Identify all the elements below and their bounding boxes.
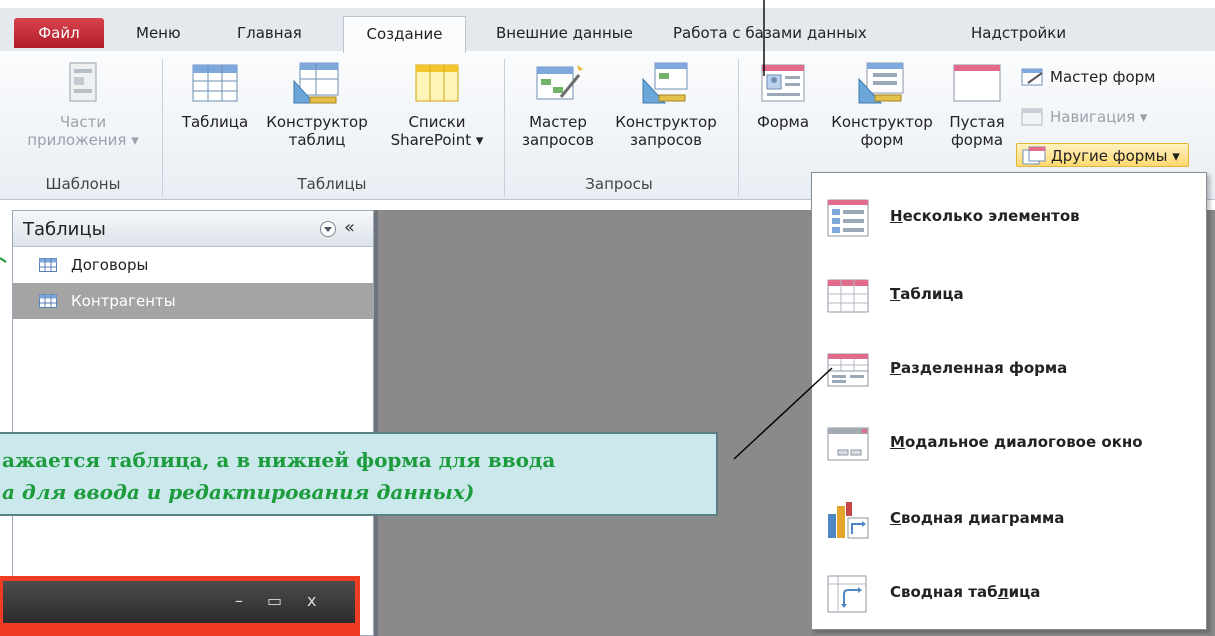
navigation-icon (1021, 108, 1043, 126)
blank-form-icon (953, 64, 1001, 102)
pivot-chart-icon (828, 502, 869, 539)
tab-create[interactable]: Создание (343, 16, 466, 53)
form-wizard-icon (1021, 68, 1043, 86)
query-designer-button[interactable]: Конструктор запросов (608, 61, 724, 149)
sharepoint-label-1: Списки (408, 113, 466, 131)
table-designer-button[interactable]: Конструктор таблиц (260, 61, 374, 149)
datasheet-icon (827, 279, 869, 313)
table-designer-label-1: Конструктор (266, 113, 368, 131)
nav-item-counterparties[interactable]: Контрагенты (13, 283, 373, 319)
maximize-button[interactable]: ▭ (267, 591, 282, 610)
app-parts-icon (69, 62, 97, 102)
collapse-pane-button[interactable]: « (344, 217, 355, 238)
sharepoint-list-icon (415, 64, 459, 102)
tab-home[interactable]: Главная (229, 16, 310, 52)
tab-addins[interactable]: Надстройки (963, 16, 1074, 52)
minimize-button[interactable]: – (235, 591, 243, 610)
callout-text-line-2: а для ввода и редактирования данных) (2, 480, 475, 504)
pointer-arrow-edge (0, 257, 7, 263)
ribbon-tab-bar: Файл Меню Главная Создание Внешние данны… (0, 8, 1215, 53)
query-designer-label-1: Конструктор (615, 113, 717, 131)
menu-item-label: Модальное диалоговое окно (890, 433, 1143, 451)
table-icon (192, 64, 238, 102)
table-icon (39, 258, 57, 272)
menu-item-label: Несколько элементов (890, 207, 1080, 225)
menu-item-pivot-chart[interactable]: Сводная диаграмма (812, 489, 1206, 549)
close-button[interactable]: x (307, 591, 316, 610)
tab-menu[interactable]: Меню (128, 16, 189, 52)
form-icon (761, 64, 805, 102)
query-wizard-label-2: запросов (522, 131, 594, 149)
app-parts-label-1: Части (59, 113, 107, 131)
nav-item-label: Договоры (71, 256, 149, 274)
query-designer-label-2: запросов (630, 131, 702, 149)
table-icon (39, 294, 57, 308)
group-label-tables: Таблицы (297, 175, 367, 193)
form-label: Форма (756, 113, 810, 131)
annotation-callout: ажается таблица, а в нижней форма для вв… (0, 432, 718, 516)
nav-pane-header: Таблицы « (13, 211, 373, 247)
blank-form-button[interactable]: Пустая форма (944, 61, 1010, 149)
form-designer-button[interactable]: Конструктор форм (822, 61, 942, 149)
group-label-queries: Запросы (585, 175, 653, 193)
multiple-items-icon (827, 199, 869, 237)
table-designer-icon (293, 62, 339, 104)
nav-item-contracts[interactable]: Договоры (13, 247, 373, 283)
menu-item-multiple-items[interactable]: Несколько элементов (812, 187, 1206, 247)
menu-item-label: Разделенная форма (890, 359, 1068, 377)
other-forms-button[interactable]: Другие формы ▾ (1016, 143, 1189, 167)
group-separator (738, 59, 739, 197)
form-designer-label-1: Конструктор (831, 113, 933, 131)
form-designer-icon (858, 62, 904, 104)
modal-dialog-icon (827, 427, 869, 461)
group-separator (162, 59, 163, 197)
query-wizard-icon (536, 65, 583, 100)
form-button[interactable]: Форма (748, 61, 818, 131)
menu-item-label: Сводная диаграмма (890, 509, 1065, 527)
navigation-label: Навигация ▾ (1050, 108, 1148, 126)
table-button[interactable]: Таблица (172, 61, 258, 131)
menu-item-label: Таблица (890, 285, 964, 303)
split-form-icon (827, 353, 869, 387)
nav-pane-title[interactable]: Таблицы (23, 219, 106, 240)
menu-item-split-form[interactable]: Разделенная форма (812, 339, 1206, 399)
table-label: Таблица (181, 113, 249, 131)
navigation-button[interactable]: Навигация ▾ (1016, 105, 1147, 129)
group-label-templates: Шаблоны (45, 175, 121, 193)
form-wizard-label: Мастер форм (1050, 68, 1156, 86)
overlay-body (3, 623, 355, 636)
group-separator (504, 59, 505, 197)
nav-item-label: Контрагенты (71, 292, 176, 310)
tab-database-tools[interactable]: Работа с базами данных (665, 16, 875, 52)
overlay-titlebar: – ▭ x (3, 581, 355, 623)
form-wizard-button[interactable]: Мастер форм (1016, 65, 1155, 89)
menu-item-label: Сводная таблица (890, 583, 1041, 601)
overlay-window: – ▭ x (0, 576, 360, 636)
sharepoint-label-2: SharePoint ▾ (390, 131, 484, 149)
form-designer-label-2: форм (860, 131, 904, 149)
blank-form-label-1: Пустая (949, 113, 1005, 131)
menu-item-datasheet[interactable]: Таблица (812, 265, 1206, 325)
pivot-table-icon (827, 575, 867, 613)
access-window: Файл Меню Главная Создание Внешние данны… (0, 0, 1215, 636)
other-forms-icon (1022, 146, 1046, 165)
query-designer-icon (642, 62, 688, 104)
table-designer-label-2: таблиц (288, 131, 346, 149)
chevron-down-icon[interactable] (319, 220, 337, 238)
app-parts-button[interactable]: Части приложения ▾ (14, 61, 152, 149)
menu-item-modal-dialog[interactable]: Модальное диалоговое окно (812, 413, 1206, 473)
query-wizard-button[interactable]: Мастер запросов (514, 61, 602, 149)
menu-item-pivot-table[interactable]: Сводная таблица (812, 563, 1206, 623)
app-parts-label-2: приложения ▾ (27, 131, 139, 149)
tab-file[interactable]: Файл (14, 18, 104, 48)
sharepoint-lists-button[interactable]: Списки SharePoint ▾ (382, 61, 492, 149)
query-wizard-label-1: Мастер (529, 113, 587, 131)
other-forms-menu: Несколько элементов Таблица Разделенная … (811, 172, 1207, 630)
blank-form-label-2: форма (950, 131, 1004, 149)
other-forms-label: Другие формы ▾ (1051, 147, 1180, 165)
navigation-pane: Таблицы « Договоры Контрагенты (12, 210, 374, 636)
callout-text-line-1: ажается таблица, а в нижней форма для вв… (2, 448, 556, 472)
tab-external-data[interactable]: Внешние данные (488, 16, 641, 52)
